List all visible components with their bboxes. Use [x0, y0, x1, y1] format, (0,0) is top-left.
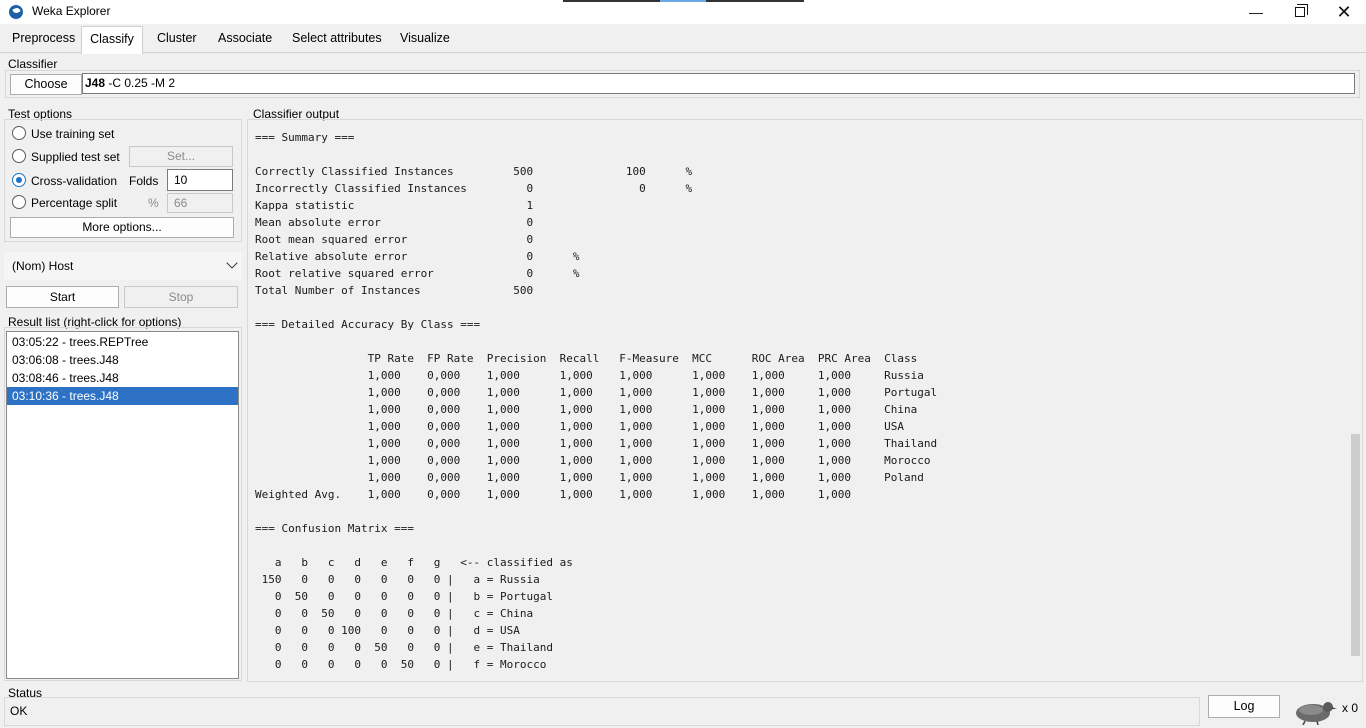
more-options-button[interactable]: More options... — [10, 217, 234, 238]
window-title: Weka Explorer — [32, 4, 111, 18]
weka-bird-icon — [1296, 702, 1337, 725]
output-line: 150 0 0 0 0 0 0 | a = Russia — [255, 573, 540, 586]
output-line: 1,000 0,000 1,000 1,000 1,000 1,000 1,00… — [255, 369, 924, 382]
class-attribute-select[interactable]: (Nom) Host — [4, 252, 242, 280]
result-list[interactable]: 03:05:22 - trees.REPTree 03:06:08 - tree… — [6, 331, 239, 679]
output-line: === Detailed Accuracy By Class === — [255, 318, 481, 331]
output-line: 1,000 0,000 1,000 1,000 1,000 1,000 1,00… — [255, 454, 931, 467]
minimize-icon: — — [1249, 4, 1263, 20]
maximize-button[interactable] — [1278, 0, 1322, 24]
output-line: Incorrectly Classified Instances 0 0 % — [255, 182, 693, 195]
output-line: Relative absolute error 0 % — [255, 250, 580, 263]
output-scrollbar-thumb[interactable] — [1351, 434, 1360, 656]
tab-visualize[interactable]: Visualize — [398, 26, 452, 53]
output-line: TP Rate FP Rate Precision Recall F-Measu… — [255, 352, 918, 365]
output-line: Kappa statistic 1 — [255, 199, 534, 212]
output-line: Root mean squared error 0 — [255, 233, 534, 246]
title-strip-accent — [660, 0, 706, 2]
result-list-item[interactable]: 03:05:22 - trees.REPTree — [7, 333, 238, 351]
classifier-config-field[interactable]: J48 -C 0.25 -M 2 — [82, 73, 1355, 94]
restore-icon — [1295, 4, 1308, 17]
percent-symbol: % — [148, 196, 159, 210]
output-line: 0 0 0 0 50 0 0 | e = Thailand — [255, 641, 554, 654]
output-line: === Summary === — [255, 131, 355, 144]
task-count: x 0 — [1342, 701, 1359, 715]
chevron-down-icon — [226, 257, 238, 269]
tab-select-attributes[interactable]: Select attributes — [290, 26, 384, 53]
class-attribute-value: (Nom) Host — [12, 259, 74, 273]
result-list-item-selected[interactable]: 03:10:36 - trees.J48 — [7, 387, 238, 405]
percentage-split-label: Percentage split — [31, 196, 118, 210]
use-training-set-label: Use training set — [31, 127, 115, 141]
output-line: 0 0 50 0 0 0 0 | c = China — [255, 607, 534, 620]
tab-bar: Preprocess Classify Cluster Associate Se… — [0, 26, 1366, 54]
cross-validation-radio[interactable] — [12, 173, 26, 187]
result-list-item[interactable]: 03:06:08 - trees.J48 — [7, 351, 238, 369]
stop-button[interactable]: Stop — [124, 286, 238, 308]
output-line: 0 50 0 0 0 0 0 | b = Portugal — [255, 590, 554, 603]
output-line: 1,000 0,000 1,000 1,000 1,000 1,000 1,00… — [255, 386, 938, 399]
output-line: 1,000 0,000 1,000 1,000 1,000 1,000 1,00… — [255, 437, 938, 450]
tab-associate[interactable]: Associate — [216, 26, 274, 53]
output-line: 1,000 0,000 1,000 1,000 1,000 1,000 1,00… — [255, 403, 918, 416]
status-panel — [4, 697, 1200, 726]
output-line: Total Number of Instances 500 — [255, 284, 534, 297]
close-icon: ✕ — [1336, 1, 1352, 22]
close-button[interactable]: ✕ — [1322, 0, 1366, 24]
output-line: Root relative squared error 0 % — [255, 267, 580, 280]
percentage-split-input[interactable]: 66 — [167, 193, 233, 213]
output-line: 1,000 0,000 1,000 1,000 1,000 1,000 1,00… — [255, 420, 905, 433]
output-line: Correctly Classified Instances 500 100 % — [255, 165, 693, 178]
classifier-name: J48 — [85, 76, 106, 90]
result-list-item[interactable]: 03:08:46 - trees.J48 — [7, 369, 238, 387]
classifier-options: -C 0.25 -M 2 — [105, 76, 176, 90]
classifier-section-label: Classifier — [8, 57, 58, 71]
tab-cluster[interactable]: Cluster — [155, 26, 199, 53]
output-line: 0 0 0 0 0 50 0 | f = Morocco — [255, 658, 547, 671]
choose-button[interactable]: Choose — [10, 74, 82, 95]
title-bar: Weka Explorer — ✕ — [0, 0, 1366, 24]
start-button[interactable]: Start — [6, 286, 119, 308]
output-line: 0 0 0 100 0 0 0 | d = USA — [255, 624, 520, 637]
classifier-output-text-area[interactable]: === Stratified cross-validation ====== S… — [250, 124, 1361, 679]
output-line: Mean absolute error 0 — [255, 216, 534, 229]
status-message: OK — [10, 704, 28, 718]
percentage-split-radio[interactable] — [12, 195, 26, 209]
minimize-button[interactable]: — — [1234, 0, 1278, 24]
log-button[interactable]: Log — [1208, 695, 1280, 718]
supplied-test-set-label: Supplied test set — [31, 150, 120, 164]
cross-validation-label: Cross-validation — [31, 174, 118, 188]
set-test-set-button[interactable]: Set... — [129, 146, 233, 167]
output-line: Weighted Avg. 1,000 0,000 1,000 1,000 1,… — [255, 488, 852, 501]
classifier-output-text: === Stratified cross-validation ====== S… — [255, 124, 937, 673]
output-line: 1,000 0,000 1,000 1,000 1,000 1,000 1,00… — [255, 471, 924, 484]
output-line: a b c d e f g <-- classified as — [255, 556, 573, 569]
tab-preprocess[interactable]: Preprocess — [10, 26, 77, 53]
tab-classify[interactable]: Classify — [81, 26, 143, 54]
output-line: === Confusion Matrix === — [255, 522, 414, 535]
folds-input[interactable]: 10 — [167, 169, 233, 191]
weka-app-icon — [9, 5, 23, 19]
use-training-set-radio[interactable] — [12, 126, 26, 140]
folds-label: Folds — [129, 174, 159, 188]
supplied-test-set-radio[interactable] — [12, 149, 26, 163]
